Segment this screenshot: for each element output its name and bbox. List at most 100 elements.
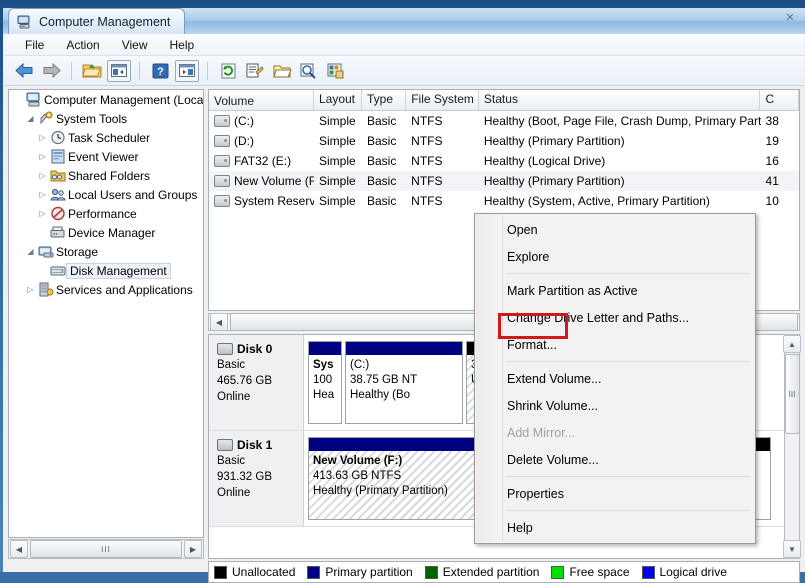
open-folder-icon[interactable] <box>270 59 294 83</box>
disk-type-label: Basic <box>217 455 246 467</box>
tree-scroll-right-button[interactable]: ▶ <box>184 540 202 558</box>
close-button[interactable]: ✕ <box>779 10 801 26</box>
context-menu-item-help[interactable]: Help <box>475 514 755 541</box>
tree-item-disk-management[interactable]: Disk Management <box>9 261 203 280</box>
volume-column-header-type[interactable]: Type <box>362 90 407 110</box>
tree-item-label: Local Users and Groups <box>68 187 198 202</box>
tree-item-local-users-and-groups[interactable]: ▷ Local Users and Groups <box>9 185 203 204</box>
tree-expander-icon[interactable]: ◢ <box>24 247 37 256</box>
volume-row[interactable]: New Volume (F:) Simple Basic NTFS Healthy (P… <box>209 171 799 191</box>
graph-scroll-thumb[interactable]: III <box>784 354 800 434</box>
context-menu[interactable]: Open Explore Mark Partition as Active Chang… <box>474 213 756 544</box>
volume-column-header-volume[interactable]: Volume <box>209 90 314 110</box>
tree-item-event-viewer[interactable]: ▷ Event Viewer <box>9 147 203 166</box>
console-tree[interactable]: Computer Management (Local ◢ System Tools ▷… <box>8 89 204 538</box>
disk-header[interactable]: Disk 0 Basic 465.76 GB Online <box>209 335 304 430</box>
graph-scroll-down-button[interactable]: ▼ <box>783 540 801 558</box>
volume-type-cell: Basic <box>366 154 397 168</box>
volume-row[interactable]: (C:) Simple Basic NTFS Healthy (Boot, Page F… <box>209 111 799 131</box>
volume-column-header-layout[interactable]: Layout <box>314 90 362 110</box>
tree-horizontal-scrollbar[interactable]: ◀ III ▶ <box>8 539 204 559</box>
volume-column-header-c[interactable]: C <box>760 90 799 110</box>
tree-item-system-tools[interactable]: ◢ System Tools <box>9 109 203 128</box>
show-hide-action-pane-icon[interactable] <box>175 59 199 83</box>
tree-item-shared-folders[interactable]: ▷ Shared Folders <box>9 166 203 185</box>
storage-icon <box>37 244 54 260</box>
tree-item-label: Task Scheduler <box>68 130 151 145</box>
vol-scroll-left-button[interactable]: ◀ <box>210 313 228 331</box>
context-menu-item-delete-volume[interactable]: Delete Volume... <box>475 446 755 473</box>
show-hide-console-tree-icon[interactable] <box>107 59 131 83</box>
refresh-icon[interactable] <box>216 59 240 83</box>
volume-list-body[interactable]: (C:) Simple Basic NTFS Healthy (Boot, Page F… <box>209 111 799 211</box>
context-menu-item-explore[interactable]: Explore <box>475 243 755 270</box>
tree-item-computer-management-local[interactable]: Computer Management (Local <box>9 90 203 109</box>
menu-action[interactable]: Action <box>55 36 110 54</box>
context-menu-item-properties[interactable]: Properties <box>475 480 755 507</box>
properties-icon[interactable] <box>243 59 267 83</box>
disk-header[interactable]: Disk 1 Basic 931.32 GB Online <box>209 431 304 526</box>
tree-expander-icon[interactable]: ▷ <box>36 152 49 161</box>
back-icon[interactable] <box>12 59 36 83</box>
disk-partition-primary[interactable]: (C:) 38.75 GB NT Healthy (Bo <box>345 341 463 424</box>
graph-scroll-up-button[interactable]: ▲ <box>783 335 801 353</box>
up-folder-icon[interactable] <box>80 59 104 83</box>
context-menu-item-open[interactable]: Open <box>475 216 755 243</box>
context-menu-item-extend-volume[interactable]: Extend Volume... <box>475 365 755 392</box>
tree-item-storage[interactable]: ◢ Storage <box>9 242 203 261</box>
context-menu-separator <box>505 476 751 477</box>
context-menu-item-shrink-volume[interactable]: Shrink Volume... <box>475 392 755 419</box>
context-menu-separator <box>505 273 751 274</box>
disk-size-label: 931.32 GB <box>217 471 272 483</box>
menu-file[interactable]: File <box>14 36 55 54</box>
volume-type-cell: Basic <box>366 114 397 128</box>
graph-vertical-scrollbar[interactable]: ▲ III ▼ <box>783 334 801 559</box>
disk-state-label: Online <box>217 487 251 499</box>
volume-filesystem-cell: NTFS <box>411 134 443 148</box>
disk-partition-primary[interactable]: Sys 100 Hea <box>308 341 342 424</box>
disk-name-label: Disk 1 <box>237 438 273 452</box>
tree-expander-icon[interactable]: ▷ <box>36 171 49 180</box>
volume-capacity-cell: 16 <box>765 154 779 168</box>
context-menu-item-add-mirror: Add Mirror... <box>507 425 576 440</box>
event-viewer-icon <box>49 149 66 165</box>
tree-scroll-left-button[interactable]: ◀ <box>10 540 28 558</box>
forward-icon[interactable] <box>39 59 63 83</box>
tree-expander-icon[interactable]: ◢ <box>24 114 37 123</box>
menu-bar: File Action View Help <box>4 34 804 56</box>
volume-name-cell: (C:) <box>209 114 314 128</box>
volume-layout-cell: Simple <box>318 194 356 208</box>
volume-row[interactable]: FAT32 (E:) Simple Basic NTFS Healthy (Logica… <box>209 151 799 171</box>
tree-item-performance[interactable]: ▷ Performance <box>9 204 203 223</box>
menu-help[interactable]: Help <box>159 36 206 54</box>
volume-row[interactable]: (D:) Simple Basic NTFS Healthy (Primary Part… <box>209 131 799 151</box>
volume-column-header-file-system[interactable]: File System <box>406 90 479 110</box>
rescan-disks-icon[interactable] <box>297 59 321 83</box>
disk-management-icon <box>49 263 66 279</box>
volume-type-cell: Basic <box>366 194 397 208</box>
tree-item-task-scheduler[interactable]: ▷ Task Scheduler <box>9 128 203 147</box>
volume-capacity-cell: 38 <box>765 114 779 128</box>
volume-layout-cell: Simple <box>318 134 356 148</box>
volume-row[interactable]: System Reserved Simple Basic NTFS Healthy (S… <box>209 191 799 211</box>
tree-scroll-thumb[interactable]: III <box>30 540 182 558</box>
tree-expander-icon[interactable]: ▷ <box>36 133 49 142</box>
performance-icon <box>49 206 66 222</box>
help-icon[interactable]: ? <box>148 59 172 83</box>
tree-expander-icon[interactable]: ▷ <box>24 285 37 294</box>
context-menu-item-mark-partition-as-active[interactable]: Mark Partition as Active <box>475 277 755 304</box>
tree-item-services-and-applications[interactable]: ▷ Services and Applications <box>9 280 203 299</box>
tree-item-label: Storage <box>56 244 99 259</box>
volume-column-header-status[interactable]: Status <box>479 90 761 110</box>
all-tasks-icon[interactable] <box>324 59 348 83</box>
legend-label: Extended partition <box>442 565 540 579</box>
menu-view[interactable]: View <box>111 36 159 54</box>
tree-expander-icon[interactable]: ▷ <box>36 190 49 199</box>
legend-item: Extended partition <box>424 565 540 579</box>
disk-state-label: Online <box>217 391 251 403</box>
legend-item: Primary partition <box>307 565 413 579</box>
volume-list-header[interactable]: Volume Layout Type File System Status C <box>209 90 799 111</box>
tree-item-device-manager[interactable]: Device Manager <box>9 223 203 242</box>
volume-type-cell: Basic <box>366 174 397 188</box>
tree-expander-icon[interactable]: ▷ <box>36 209 49 218</box>
